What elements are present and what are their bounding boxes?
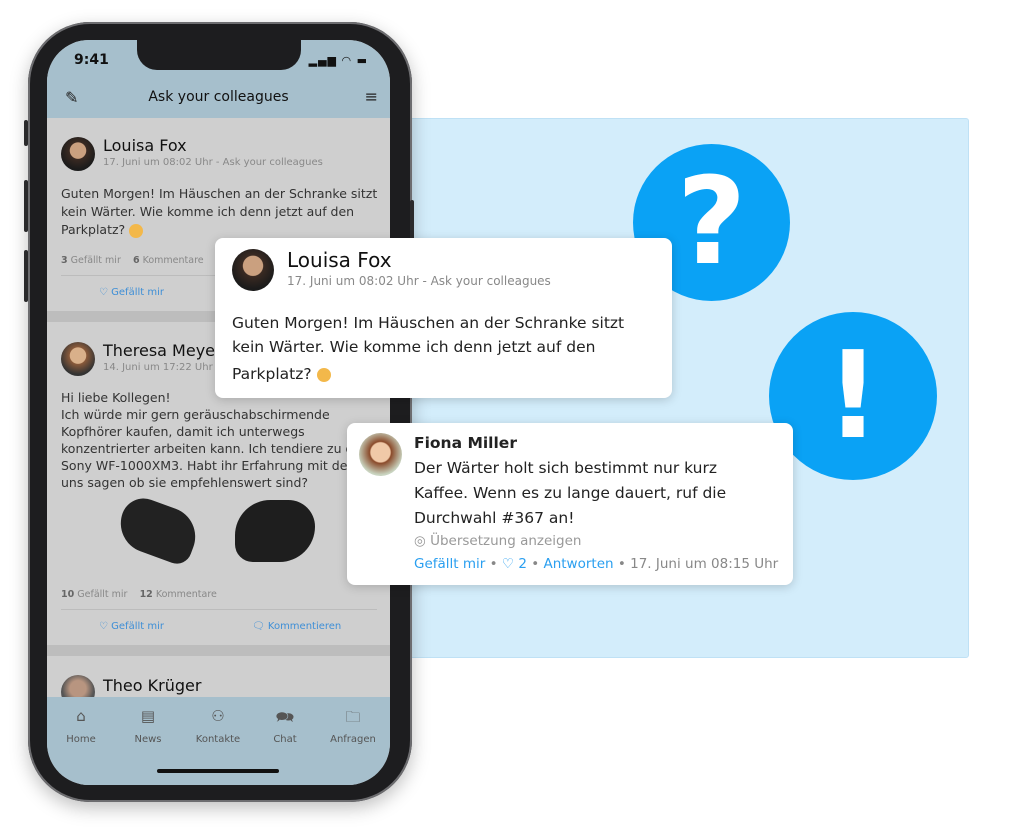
avatar [61, 137, 95, 171]
chat-icon: 🗪 [275, 708, 295, 726]
post-meta: 14. Juni um 17:22 Uhr [103, 362, 213, 373]
post-counts: 3 Gefällt mir 6 Kommentare [61, 255, 204, 266]
comment-actions: Gefällt mir • ♡ 2 • Antworten • 17. Juni… [414, 556, 779, 572]
callout-body: Guten Morgen! Im Häuschen an der Schrank… [232, 314, 625, 383]
comment-timestamp: 17. Juni um 08:15 Uhr [630, 556, 779, 572]
emoji-icon [316, 367, 331, 382]
post-author[interactable]: Theresa Meyer [103, 341, 222, 360]
hamburger-icon[interactable]: ≡ [365, 87, 378, 106]
exclamation-mark-icon: ! [769, 312, 937, 480]
like-button[interactable]: ♡ Gefällt mir [99, 621, 164, 632]
post-counts: 10 Gefällt mir 12 Kommentare [61, 589, 217, 600]
avatar [359, 433, 402, 476]
like-count: 2 [518, 556, 527, 572]
like-link[interactable]: Gefällt mir [414, 556, 485, 572]
contacts-icon: ⚇ [211, 707, 225, 725]
page-title: Ask your colleagues [148, 89, 289, 105]
callout-post-card: Louisa Fox 17. Juni um 08:02 Uhr - Ask y… [215, 238, 672, 398]
reply-link[interactable]: Antworten [543, 556, 613, 572]
earbud-image [112, 492, 204, 568]
post-author[interactable]: Theo Krüger [103, 676, 201, 695]
post-body: Guten Morgen! Im Häuschen an der Schrank… [61, 186, 378, 238]
callout-author[interactable]: Louisa Fox [287, 248, 392, 272]
callout-meta: 17. Juni um 08:02 Uhr - Ask your colleag… [287, 274, 551, 288]
comment-button[interactable]: 🗨 Kommentieren [252, 621, 341, 632]
avatar [232, 249, 274, 291]
newspaper-icon: ▤ [140, 707, 156, 725]
like-button[interactable]: ♡ Gefällt mir [99, 287, 164, 298]
post-meta: 17. Juni um 08:02 Uhr - Ask your colleag… [103, 157, 323, 168]
callout-comment-card: Fiona Miller Der Wärter holt sich bestim… [347, 423, 793, 585]
nav-chat[interactable]: 🗪 Chat [251, 707, 319, 746]
folder-icon: 🗀 [345, 708, 361, 726]
translate-link[interactable]: ◎ Übersetzung anzeigen [414, 533, 581, 549]
nav-home[interactable]: ⌂ Home [47, 707, 115, 746]
heart-icon: ♡ [99, 621, 108, 632]
avatar [61, 342, 95, 376]
home-indicator[interactable] [157, 769, 279, 773]
emoji-icon [129, 223, 144, 238]
heart-icon: ♡ [99, 287, 108, 298]
comment-body: Der Wärter holt sich bestimmt nur kurz Ka… [414, 459, 727, 527]
speech-bubble-icon: 🗨 [252, 621, 265, 632]
heart-icon[interactable]: ♡ [502, 556, 514, 572]
status-indicators: ▂▄▆ ◠ ▬ [308, 54, 368, 67]
status-time: 9:41 [74, 52, 109, 68]
nav-kontakte[interactable]: ⚇ Kontakte [184, 707, 252, 746]
nav-news[interactable]: ▤ News [114, 707, 182, 746]
phone-screen: 9:41 ▂▄▆ ◠ ▬ ✎ Ask your colleagues ≡ Lou… [47, 40, 390, 785]
post-author[interactable]: Louisa Fox [103, 136, 187, 155]
notch [137, 40, 301, 70]
comment-author[interactable]: Fiona Miller [414, 434, 517, 452]
post-body: Hi liebe Kollegen! Ich würde mir gern ger… [61, 390, 375, 490]
earbud-image [235, 500, 315, 562]
globe-icon: ◎ [414, 533, 426, 549]
nav-anfragen[interactable]: 🗀 Anfragen [319, 707, 387, 746]
home-icon: ⌂ [76, 707, 86, 725]
